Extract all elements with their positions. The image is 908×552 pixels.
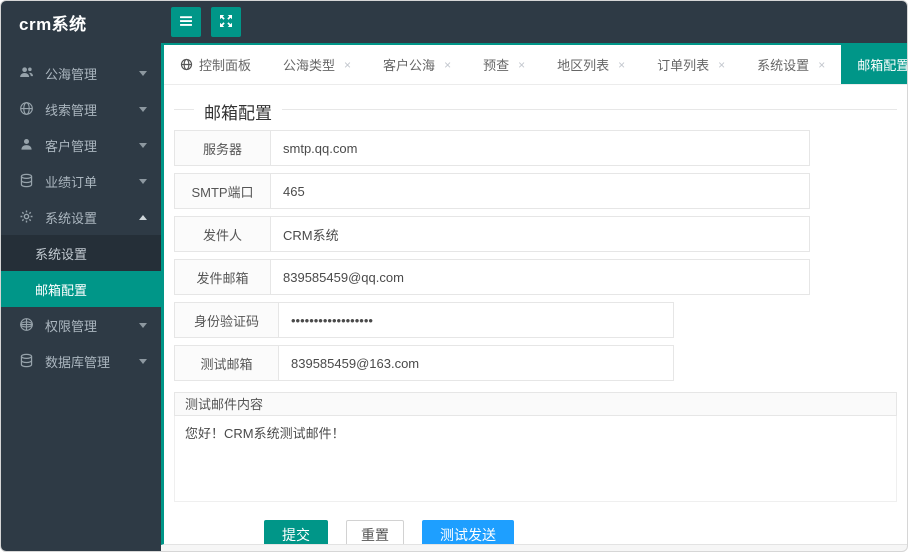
- form-buttons: 提交 重置 测试发送: [264, 520, 897, 544]
- sidebar-item-database[interactable]: 数据库管理: [1, 343, 161, 379]
- field-label: 身份验证码: [175, 303, 279, 337]
- chevron-down-icon: [139, 70, 147, 76]
- app-title: crm系统: [19, 14, 87, 34]
- user-icon: [19, 137, 35, 153]
- chevron-up-icon: [139, 214, 147, 220]
- form-title: 邮箱配置: [194, 99, 282, 124]
- gear-icon: [19, 209, 35, 225]
- sidebar-subitem-system-settings[interactable]: 系统设置: [1, 235, 161, 271]
- sidebar-item-public-sea[interactable]: 公海管理: [1, 55, 161, 91]
- tab-system-settings[interactable]: 系统设置: [741, 45, 841, 84]
- main-content: 控制面板 公海类型 客户公海 预查 地区列表: [161, 43, 907, 545]
- sidebar-item-label: 线索管理: [45, 102, 98, 118]
- auth-code-input[interactable]: [279, 303, 673, 337]
- field-test-mail-content: 测试邮件内容 您好！CRM系统测试邮件！: [174, 392, 897, 507]
- email-config-form: 邮箱配置 服务器 SMTP端口 发件人 发件邮箱: [164, 85, 907, 544]
- tab-dashboard[interactable]: 控制面板: [164, 45, 267, 84]
- tab-close-icon[interactable]: [618, 59, 625, 71]
- chevron-down-icon: [139, 178, 147, 184]
- sidebar-item-orders[interactable]: 业绩订单: [1, 163, 161, 199]
- sender-name-input[interactable]: [271, 217, 809, 251]
- field-auth-code: 身份验证码: [174, 302, 674, 338]
- sidebar-item-label: 系统设置: [45, 210, 98, 226]
- reset-button[interactable]: 重置: [346, 520, 404, 544]
- app-window: crm系统 公海管理 线索管理 客户管理 业绩订单 系统设置 系统设置 邮箱配置…: [0, 0, 908, 552]
- chevron-down-icon: [139, 106, 147, 112]
- tab-region-list[interactable]: 地区列表: [541, 45, 641, 84]
- field-label: 测试邮箱: [175, 346, 279, 380]
- test-mail-content-textarea[interactable]: 您好！CRM系统测试邮件！: [174, 416, 897, 502]
- sidebar-item-permissions[interactable]: 权限管理: [1, 307, 161, 343]
- sidebar-item-label: 客户管理: [45, 138, 98, 154]
- tab-close-icon[interactable]: [818, 59, 825, 71]
- chevron-down-icon: [139, 142, 147, 148]
- field-test-email: 测试邮箱: [174, 345, 674, 381]
- tab-close-icon[interactable]: [518, 59, 525, 71]
- globe-icon: [19, 101, 35, 117]
- sidebar-subitem-email-config[interactable]: 邮箱配置: [1, 271, 161, 307]
- field-sender-name: 发件人: [174, 216, 810, 252]
- globe-icon: [180, 58, 193, 71]
- sidebar-subitem-label: 系统设置: [35, 246, 88, 262]
- tab-close-icon[interactable]: [344, 59, 351, 71]
- tab-email-config[interactable]: 邮箱配置: [841, 45, 907, 84]
- tab-public-sea-type[interactable]: 公海类型: [267, 45, 367, 84]
- tab-label: 公海类型: [283, 58, 336, 73]
- field-smtp-port: SMTP端口: [174, 173, 810, 209]
- field-label: 发件人: [175, 217, 271, 251]
- users-icon: [19, 65, 35, 81]
- menu-toggle-button[interactable]: [171, 7, 201, 37]
- chevron-down-icon: [139, 358, 147, 364]
- tab-bar: 控制面板 公海类型 客户公海 预查 地区列表: [164, 45, 907, 85]
- field-sender-email: 发件邮箱: [174, 259, 810, 295]
- fullscreen-icon: [218, 13, 234, 32]
- server-input[interactable]: [271, 131, 809, 165]
- tab-label: 系统设置: [757, 58, 810, 73]
- hamburger-icon: [178, 13, 194, 32]
- database-icon: [19, 353, 35, 369]
- top-header: crm系统: [1, 1, 907, 43]
- tab-order-list[interactable]: 订单列表: [641, 45, 741, 84]
- textarea-label: 测试邮件内容: [174, 392, 897, 416]
- field-label: 服务器: [175, 131, 271, 165]
- sidebar-item-label: 权限管理: [45, 318, 98, 334]
- test-send-button[interactable]: 测试发送: [422, 520, 514, 544]
- chevron-down-icon: [139, 322, 147, 328]
- sender-email-input[interactable]: [271, 260, 809, 294]
- tab-customer-sea[interactable]: 客户公海: [367, 45, 467, 84]
- form-title-divider: 邮箱配置: [174, 99, 897, 124]
- tab-label: 预查: [483, 58, 510, 73]
- web-globe-icon: [19, 317, 35, 333]
- field-server: 服务器: [174, 130, 810, 166]
- fullscreen-button[interactable]: [211, 7, 241, 37]
- sidebar-item-label: 数据库管理: [45, 354, 111, 370]
- sidebar-item-label: 公海管理: [45, 66, 98, 82]
- database-icon: [19, 173, 35, 189]
- sidebar-subitem-label: 邮箱配置: [35, 282, 88, 298]
- sidebar-nav: 公海管理 线索管理 客户管理 业绩订单 系统设置 系统设置 邮箱配置 权限管理 …: [1, 43, 161, 551]
- tab-preview[interactable]: 预查: [467, 45, 541, 84]
- sidebar-item-system-settings[interactable]: 系统设置: [1, 199, 161, 235]
- tab-label: 地区列表: [557, 58, 610, 73]
- tab-label: 控制面板: [199, 58, 252, 73]
- submit-button[interactable]: 提交: [264, 520, 328, 544]
- tab-close-icon[interactable]: [444, 59, 451, 71]
- sidebar-item-label: 业绩订单: [45, 174, 98, 190]
- tab-close-icon[interactable]: [718, 59, 725, 71]
- smtp-port-input[interactable]: [271, 174, 809, 208]
- sidebar-item-leads[interactable]: 线索管理: [1, 91, 161, 127]
- test-email-input[interactable]: [279, 346, 673, 380]
- sidebar-item-customers[interactable]: 客户管理: [1, 127, 161, 163]
- tab-label: 客户公海: [383, 58, 436, 73]
- field-label: 发件邮箱: [175, 260, 271, 294]
- field-label: SMTP端口: [175, 174, 271, 208]
- tab-label: 订单列表: [657, 58, 710, 73]
- tab-label: 邮箱配置: [857, 58, 907, 73]
